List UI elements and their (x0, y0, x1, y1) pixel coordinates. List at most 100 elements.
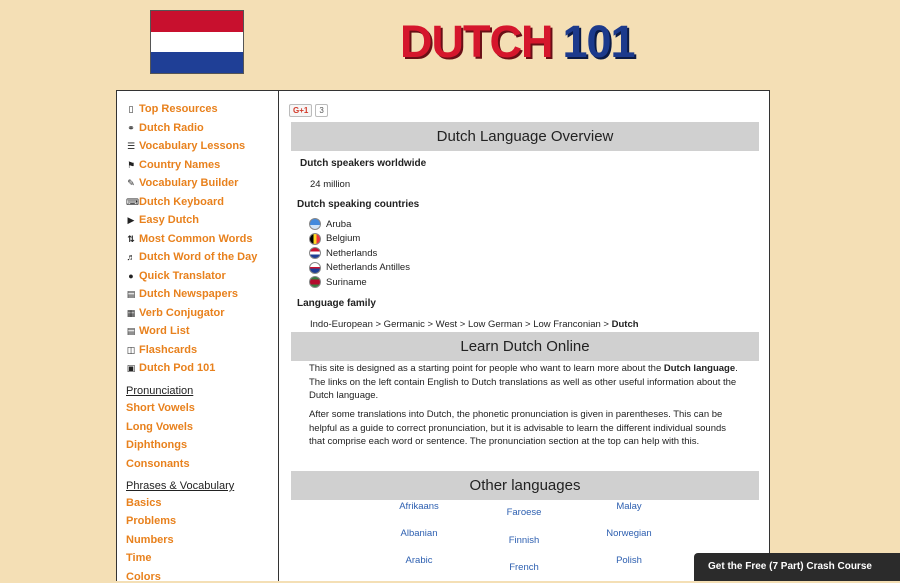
sidebar-item-label: Dutch Newspapers (139, 288, 239, 300)
speakers-value: 24 million (310, 179, 351, 190)
podcast-icon: ▣ (126, 363, 136, 373)
sidebar-item-short-vowels[interactable]: Short Vowels (126, 402, 195, 414)
sidebar-item-diphthongs[interactable]: Diphthongs (126, 439, 187, 451)
headphones-icon: ⚭ (127, 122, 135, 133)
sidebar-item-dutch-newspapers[interactable]: ▤ Dutch Newspapers (126, 288, 238, 300)
family-path-text: Indo-European > Germanic > West > Low Ge… (310, 319, 612, 330)
aruba-flag-icon (309, 218, 321, 230)
lang-link-french[interactable]: French (479, 562, 569, 573)
country-aruba[interactable]: Aruba (309, 218, 351, 230)
lang-link-arabic[interactable]: Arabic (374, 555, 464, 566)
list-icon: ☰ (126, 141, 136, 151)
netherlands-flag (150, 10, 244, 74)
sidebar-item-vocabulary-lessons[interactable]: ☰ Vocabulary Lessons (126, 140, 245, 152)
phrases-heading[interactable]: Phrases & Vocabulary (126, 480, 234, 492)
sidebar-item-label: Word List (139, 325, 190, 337)
sidebar-item-dutch-keyboard[interactable]: ⌨Dutch Keyboard (126, 196, 224, 208)
keyboard-icon: ⌨ (126, 196, 139, 207)
sidebar-item-dutch-pod-101[interactable]: ▣ Dutch Pod 101 (126, 362, 216, 374)
lang-link-norwegian[interactable]: Norwegian (584, 528, 674, 539)
book-icon: ◫ (126, 344, 136, 355)
country-belgium[interactable]: Belgium (309, 232, 361, 245)
country-name: Belgium (326, 233, 361, 244)
other-languages-title: Other languages (291, 471, 759, 500)
volume-icon: ♬ (126, 252, 136, 262)
country-name: Aruba (326, 218, 352, 230)
learn-p1-text: This site is designed as a starting poin… (309, 363, 664, 374)
antilles-flag-icon (309, 261, 321, 274)
country-suriname[interactable]: Suriname (309, 276, 367, 288)
speakers-label: Dutch speakers worldwide (300, 158, 427, 169)
sidebar-item-time[interactable]: Time (126, 552, 151, 564)
sidebar-item-numbers[interactable]: Numbers (126, 534, 174, 546)
overview-title: Dutch Language Overview (291, 122, 759, 151)
sidebar-item-country-names[interactable]: ⚑ Country Names (126, 159, 220, 171)
bookmark-icon: ▯ (128, 104, 134, 114)
edit-icon: ✎ (127, 178, 135, 188)
lang-link-polish[interactable]: Polish (584, 555, 674, 566)
crash-course-button[interactable]: Get the Free (7 Part) Crash Course (694, 553, 900, 581)
sidebar-item-word-of-the-day[interactable]: ♬ Dutch Word of the Day (126, 251, 258, 263)
lang-link-faroese[interactable]: Faroese (479, 507, 569, 518)
lang-link-finnish[interactable]: Finnish (479, 535, 569, 546)
country-name: Netherlands Antilles (326, 262, 410, 273)
sidebar-item-label: Top Resources (139, 103, 218, 115)
sidebar-item-label: Vocabulary Builder (139, 177, 239, 189)
country-netherlands[interactable]: Netherlands (309, 247, 377, 259)
sidebar-item-word-list[interactable]: ▤ Word List (126, 325, 190, 337)
sidebar-item-label: Verb Conjugator (139, 306, 225, 319)
sidebar-item-label: Dutch Word of the Day (139, 251, 258, 263)
video-icon: ▶ (127, 215, 135, 225)
sidebar-item-label: Quick Translator (139, 269, 226, 282)
sidebar-item-verb-conjugator[interactable]: ▦ Verb Conjugator (126, 307, 225, 319)
sidebar-item-top-resources[interactable]: ▯ Top Resources (126, 103, 218, 115)
sidebar-item-quick-translator[interactable]: ● Quick Translator (126, 270, 226, 282)
sidebar-item-vocabulary-builder[interactable]: ✎ Vocabulary Builder (126, 177, 238, 189)
sidebar-item-label: Vocabulary Lessons (139, 140, 246, 152)
sort-icon: ⇅ (127, 233, 135, 244)
learn-p1-bold: Dutch language (663, 363, 736, 374)
main-panel: ▯ Top Resources ⚭ Dutch Radio ☰ Vocabulary … (116, 90, 770, 583)
learn-title: Learn Dutch Online (291, 332, 759, 361)
sidebar-item-most-common-words[interactable]: ⇅ Most Common Words (126, 233, 252, 245)
google-plus-button[interactable]: G+1 3 (289, 103, 328, 117)
family-label: Language family (297, 298, 376, 309)
country-name: Netherlands (326, 247, 378, 259)
logo-text-dutch: DUTCH (400, 16, 553, 67)
gplus-label: G+1 (289, 103, 313, 117)
sidebar-item-label: Most Common Words (139, 232, 253, 245)
pronunciation-heading[interactable]: Pronunciation (126, 385, 193, 397)
sidebar-item-problems[interactable]: Problems (126, 515, 176, 527)
sidebar-item-label: Dutch Pod 101 (139, 362, 216, 374)
family-last: Dutch (611, 319, 639, 330)
newspaper-icon: ▤ (126, 289, 136, 299)
learn-paragraph-1: This site is designed as a starting poin… (309, 362, 739, 403)
flag-icon: ⚑ (126, 159, 136, 170)
sidebar-item-long-vowels[interactable]: Long Vowels (126, 421, 193, 433)
sidebar: ▯ Top Resources ⚭ Dutch Radio ☰ Vocabulary … (117, 91, 279, 583)
sidebar-item-label: Easy Dutch (139, 214, 199, 226)
sidebar-item-label: Country Names (139, 158, 221, 171)
gplus-count: 3 (315, 103, 328, 117)
sidebar-item-consonants[interactable]: Consonants (126, 458, 190, 470)
netherlands-flag-icon (309, 247, 321, 259)
table-icon: ▦ (126, 307, 136, 318)
list-alt-icon: ▤ (126, 326, 136, 336)
site-logo[interactable]: DUTCH 101 (400, 14, 636, 70)
learn-paragraph-2: After some translations into Dutch, the … (309, 409, 727, 447)
logo-text-101: 101 (562, 16, 635, 67)
sidebar-item-label: Flashcards (139, 343, 198, 356)
sidebar-item-label: Dutch Keyboard (139, 195, 224, 208)
lang-link-afrikaans[interactable]: Afrikaans (374, 501, 464, 512)
country-name: Suriname (326, 276, 367, 288)
sidebar-item-easy-dutch[interactable]: ▶ Easy Dutch (126, 214, 199, 226)
sidebar-item-flashcards[interactable]: ◫ Flashcards (126, 344, 197, 356)
country-netherlands-antilles[interactable]: Netherlands Antilles (309, 261, 410, 274)
countries-label: Dutch speaking countries (297, 199, 420, 210)
sidebar-item-basics[interactable]: Basics (126, 497, 161, 509)
lang-link-albanian[interactable]: Albanian (374, 528, 464, 539)
lang-link-malay[interactable]: Malay (584, 501, 674, 512)
sidebar-item-dutch-radio[interactable]: ⚭ Dutch Radio (126, 122, 204, 134)
family-path: Indo-European > Germanic > West > Low Ge… (310, 319, 639, 330)
belgium-flag-icon (309, 232, 321, 245)
